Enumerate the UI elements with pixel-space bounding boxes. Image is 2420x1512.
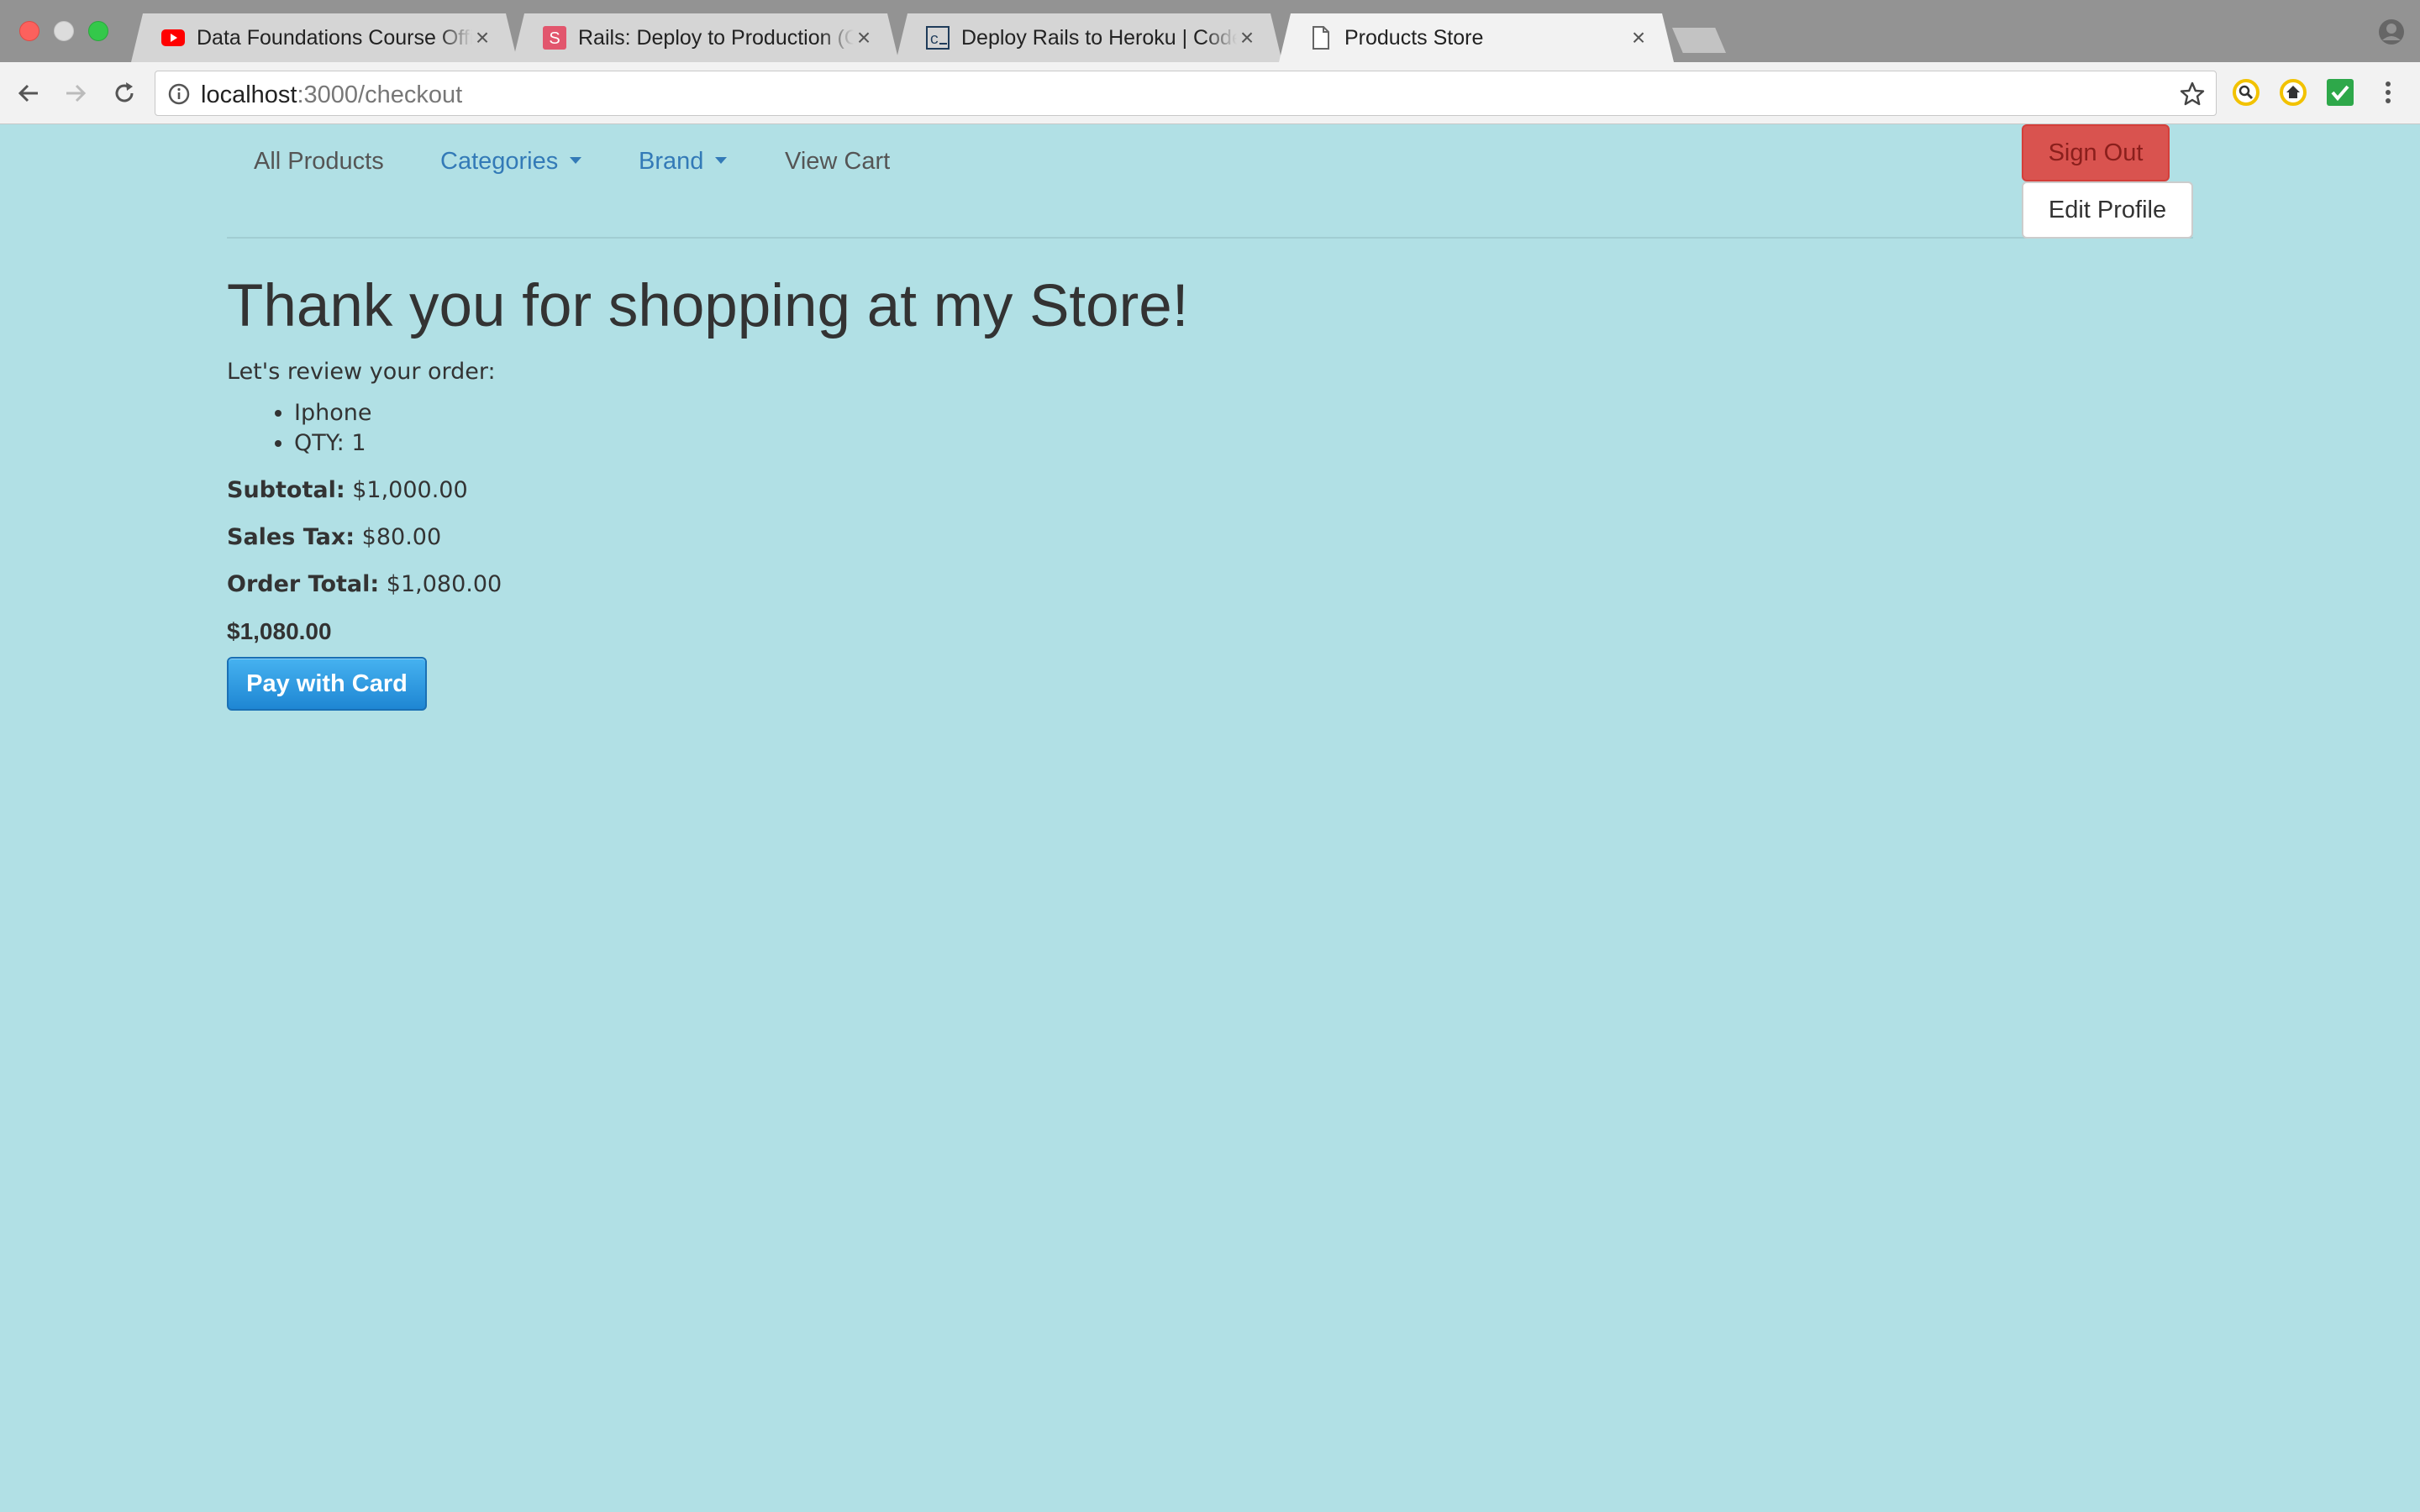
nav-brand-label: Brand xyxy=(639,148,704,175)
sales-tax-value: $80.00 xyxy=(361,524,442,550)
order-total-value: $1,080.00 xyxy=(386,571,502,597)
tab-close-icon[interactable]: × xyxy=(854,28,874,48)
pay-with-card-button[interactable]: Pay with Card xyxy=(227,657,427,711)
browser-tab[interactable]: Data Foundations Course Offic × xyxy=(131,13,518,62)
s-favicon-icon: S xyxy=(543,26,566,50)
subtotal-value: $1,000.00 xyxy=(352,477,468,503)
nav-categories-dropdown[interactable]: Categories xyxy=(440,144,582,178)
order-total-row: Order Total: $1,080.00 xyxy=(227,570,1189,600)
tab-title: Deploy Rails to Heroku | Codec xyxy=(961,25,1237,50)
window-minimize-button[interactable] xyxy=(54,21,74,41)
window-maximize-button[interactable] xyxy=(88,21,108,41)
checkout-content: Thank you for shopping at my Store! Let'… xyxy=(227,269,1189,711)
browser-tab-bar: Data Foundations Course Offic × S Rails:… xyxy=(0,0,2420,62)
reload-icon[interactable] xyxy=(108,76,141,110)
tab-title: Data Foundations Course Offic xyxy=(197,25,472,50)
browser-tab[interactable]: c Deploy Rails to Heroku | Codec × xyxy=(896,13,1282,62)
nav-all-products[interactable]: All Products xyxy=(254,144,384,178)
caret-down-icon xyxy=(715,157,728,165)
list-item: Iphone xyxy=(294,398,1189,428)
checkmark-extension-icon[interactable] xyxy=(2326,78,2354,107)
subtotal-label: Subtotal: xyxy=(227,477,345,503)
back-arrow-icon[interactable] xyxy=(12,76,45,110)
more-menu-icon[interactable] xyxy=(2378,78,2398,107)
address-bar[interactable]: localhost:3000/checkout xyxy=(155,71,2217,116)
svg-text:c: c xyxy=(930,32,939,49)
url-path: :3000/checkout xyxy=(297,81,463,108)
nav-brand-dropdown[interactable]: Brand xyxy=(639,144,728,178)
page-title: Thank you for shopping at my Store! xyxy=(227,273,1189,339)
browser-tab[interactable]: S Rails: Deploy to Production (Co × xyxy=(513,13,899,62)
tab-title: Products Store xyxy=(1344,25,1484,50)
nav-categories-label: Categories xyxy=(440,148,559,175)
edit-profile-button[interactable]: Edit Profile xyxy=(2022,181,2193,239)
order-items-list: Iphone QTY: 1 xyxy=(227,398,1189,459)
url-host: localhost xyxy=(201,81,297,108)
youtube-icon xyxy=(161,26,185,50)
svg-text:S: S xyxy=(549,29,560,48)
tab-close-icon[interactable]: × xyxy=(472,28,492,48)
tab-title: Rails: Deploy to Production (Co xyxy=(578,25,854,50)
codecademy-icon: c xyxy=(926,26,950,50)
page-icon xyxy=(1309,26,1333,50)
search-extension-icon[interactable] xyxy=(2232,78,2260,107)
info-icon[interactable] xyxy=(167,82,191,106)
home-extension-icon[interactable] xyxy=(2279,78,2307,107)
nav-view-cart[interactable]: View Cart xyxy=(785,144,890,178)
browser-tab-active[interactable]: Products Store × xyxy=(1279,13,1674,62)
url-text: localhost:3000/checkout xyxy=(201,81,462,109)
charge-amount: $1,080.00 xyxy=(227,618,332,644)
tab-close-icon[interactable]: × xyxy=(1237,28,1257,48)
site-navbar: All Products Categories Brand View Cart xyxy=(227,124,2193,239)
new-tab-button[interactable] xyxy=(1672,28,1726,53)
sales-tax-row: Sales Tax: $80.00 xyxy=(227,522,1189,553)
sales-tax-label: Sales Tax: xyxy=(227,524,355,550)
window-close-button[interactable] xyxy=(19,21,39,41)
order-intro: Let's review your order: xyxy=(227,359,496,385)
bookmark-star-icon[interactable] xyxy=(2179,81,2206,108)
subtotal-row: Subtotal: $1,000.00 xyxy=(227,475,1189,506)
user-profile-icon[interactable] xyxy=(2378,18,2405,45)
order-total-label: Order Total: xyxy=(227,571,380,597)
list-item: QTY: 1 xyxy=(294,428,1189,459)
browser-toolbar: localhost:3000/checkout xyxy=(0,62,2420,124)
sign-out-button[interactable]: Sign Out xyxy=(2022,124,2170,181)
caret-down-icon xyxy=(570,157,582,165)
tab-close-icon[interactable]: × xyxy=(1628,28,1649,48)
forward-arrow-icon[interactable] xyxy=(59,76,92,110)
